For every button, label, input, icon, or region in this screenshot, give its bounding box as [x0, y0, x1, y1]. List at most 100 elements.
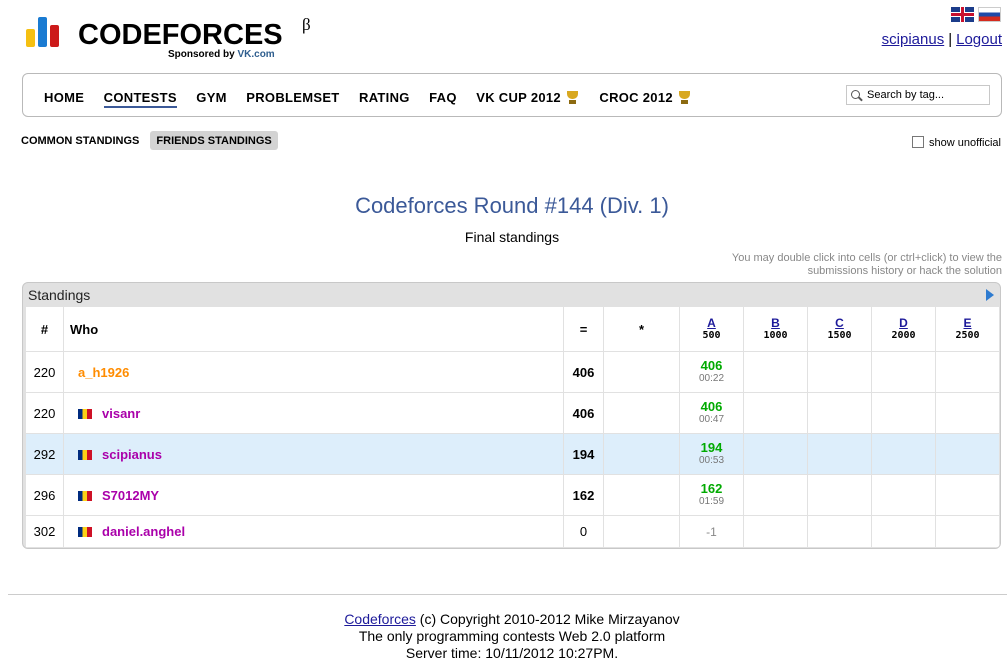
header-who: Who [63, 306, 564, 352]
problem-e-cell[interactable] [935, 433, 1000, 475]
handle-link[interactable]: scipianus [102, 447, 162, 462]
problem-e-cell[interactable] [935, 515, 1000, 548]
romania-flag-icon [78, 408, 92, 419]
table-row: 302 daniel.anghel 0 -1 [25, 515, 1000, 548]
menu-item-rating[interactable]: RATING [359, 90, 410, 105]
problem-c-cell[interactable] [807, 474, 872, 516]
show-unofficial-checkbox[interactable] [912, 136, 925, 148]
handle-link[interactable]: daniel.anghel [102, 524, 185, 539]
username-link[interactable]: scipianus [882, 31, 945, 48]
handle-link[interactable]: a_h1926 [78, 365, 129, 380]
row-who: a_h1926 [63, 351, 564, 393]
row-points: 406 [563, 351, 604, 393]
row-penalty [603, 392, 680, 434]
user-separator: | [948, 31, 953, 48]
logo-sponsor: Sponsored by VK.com [168, 49, 275, 60]
tab-friends-standings[interactable]: FRIENDS STANDINGS [150, 131, 278, 150]
problem-d-cell[interactable] [871, 474, 936, 516]
menu-item-contests[interactable]: CONTESTS [103, 90, 177, 108]
trophy-icon [677, 91, 692, 104]
row-points: 406 [563, 392, 604, 434]
tag-search-input[interactable]: Search by tag... [846, 85, 990, 105]
problem-a-cell[interactable]: -1 [679, 515, 744, 548]
standings-table: # Who = * A 500 B 1000 C 1500 D 2000 E 2500 2… [25, 306, 1000, 548]
problem-b-cell[interactable] [743, 474, 808, 516]
table-row: 292 scipianus 194 194 00:53 [25, 433, 1000, 475]
row-who: S7012MY [63, 474, 564, 516]
problem-c-cell[interactable] [807, 515, 872, 548]
problem-e-cell[interactable] [935, 474, 1000, 516]
footer-codeforces-link[interactable]: Codeforces [344, 611, 416, 627]
search-icon [851, 90, 860, 99]
menu-item-home[interactable]: HOME [44, 90, 84, 105]
problem-a-cell[interactable]: 406 00:47 [679, 392, 744, 434]
header-rank: # [25, 306, 64, 352]
row-rank: 292 [25, 433, 64, 475]
tab-common-standings[interactable]: COMMON STANDINGS [21, 131, 145, 150]
problem-a-points: 500 [702, 330, 721, 341]
header-problem-c: C 1500 [807, 306, 872, 352]
problem-b-cell[interactable] [743, 433, 808, 475]
problem-b-cell[interactable] [743, 351, 808, 393]
table-row: 220 visanr 406 406 00:47 [25, 392, 1000, 434]
table-row: 296 S7012MY 162 162 01:59 [25, 474, 1000, 516]
romania-flag-icon [78, 490, 92, 501]
english-flag-icon[interactable] [951, 7, 974, 22]
handle-link[interactable]: S7012MY [102, 488, 159, 503]
footer-server-time: Server time: 10/11/2012 10:27PM. [405, 645, 619, 660]
problem-b-cell[interactable] [743, 515, 808, 548]
row-rank: 220 [25, 392, 64, 434]
problem-c-link[interactable]: C [808, 316, 871, 330]
russian-flag-icon[interactable] [978, 7, 1001, 22]
header-problem-a: A 500 [679, 306, 744, 352]
footer: Codeforces (c) Copyright 2010-2012 Mike … [0, 611, 1007, 660]
problem-b-cell[interactable] [743, 392, 808, 434]
row-points: 194 [563, 433, 604, 475]
footer-copyright: Codeforces (c) Copyright 2010-2012 Mike … [344, 611, 680, 627]
problem-a-cell[interactable]: 194 00:53 [679, 433, 744, 475]
menu-item-faq[interactable]: FAQ [429, 90, 457, 105]
menu-item-problemset[interactable]: PROBLEMSET [246, 90, 339, 105]
row-rank: 296 [25, 474, 64, 516]
problem-d-cell[interactable] [871, 515, 936, 548]
contest-subtitle: Final standings [464, 229, 560, 245]
problem-d-cell[interactable] [871, 392, 936, 434]
header-problem-d: D 2000 [871, 306, 936, 352]
row-rank: 302 [25, 515, 64, 548]
contest-title[interactable]: Codeforces Round #144 (Div. 1) [0, 193, 1007, 219]
show-unofficial-toggle[interactable]: show unofficial [912, 136, 1001, 149]
user-box: scipianus | Logout [882, 31, 1002, 48]
row-penalty [603, 474, 680, 516]
problem-e-cell[interactable] [935, 392, 1000, 434]
logo-text: CODEFORCES [78, 19, 283, 51]
row-penalty [603, 515, 680, 548]
footer-tagline: The only programming contests Web 2.0 pl… [358, 628, 666, 644]
problem-c-cell[interactable] [807, 392, 872, 434]
problem-a-cell[interactable]: 162 01:59 [679, 474, 744, 516]
menu-item-croc[interactable]: CROC 2012 [599, 90, 692, 105]
expand-arrow-icon[interactable] [986, 289, 994, 301]
handle-link[interactable]: visanr [102, 406, 140, 421]
problem-d-link[interactable]: D [872, 316, 935, 330]
hint-line-2: submissions history or hack the solution [807, 265, 1002, 277]
standings-header-row: # Who = * A 500 B 1000 C 1500 D 2000 E 2500 [25, 306, 1000, 352]
problem-e-points: 2500 [955, 330, 980, 341]
menu-item-vk-cup[interactable]: VK CUP 2012 [476, 90, 580, 105]
problem-c-cell[interactable] [807, 351, 872, 393]
trophy-icon [565, 91, 580, 104]
problem-b-link[interactable]: B [744, 316, 807, 330]
problem-c-cell[interactable] [807, 433, 872, 475]
standings-panel: Standings # Who = * A 500 B 1000 C 1500 D 20… [22, 282, 1001, 549]
problem-a-cell[interactable]: 406 00:22 [679, 351, 744, 393]
footer-divider [8, 594, 1007, 595]
table-row: 220 a_h1926 406 406 00:22 [25, 351, 1000, 393]
hint-line-1: You may double click into cells (or ctrl… [731, 252, 1002, 264]
problem-d-cell[interactable] [871, 351, 936, 393]
menu-item-gym[interactable]: GYM [196, 90, 227, 105]
problem-a-link[interactable]: A [680, 316, 743, 330]
codeforces-logo[interactable]: CODEFORCES β Sponsored by VK.com [26, 13, 326, 63]
problem-e-cell[interactable] [935, 351, 1000, 393]
logout-link[interactable]: Logout [956, 31, 1002, 48]
problem-d-cell[interactable] [871, 433, 936, 475]
problem-e-link[interactable]: E [936, 316, 999, 330]
